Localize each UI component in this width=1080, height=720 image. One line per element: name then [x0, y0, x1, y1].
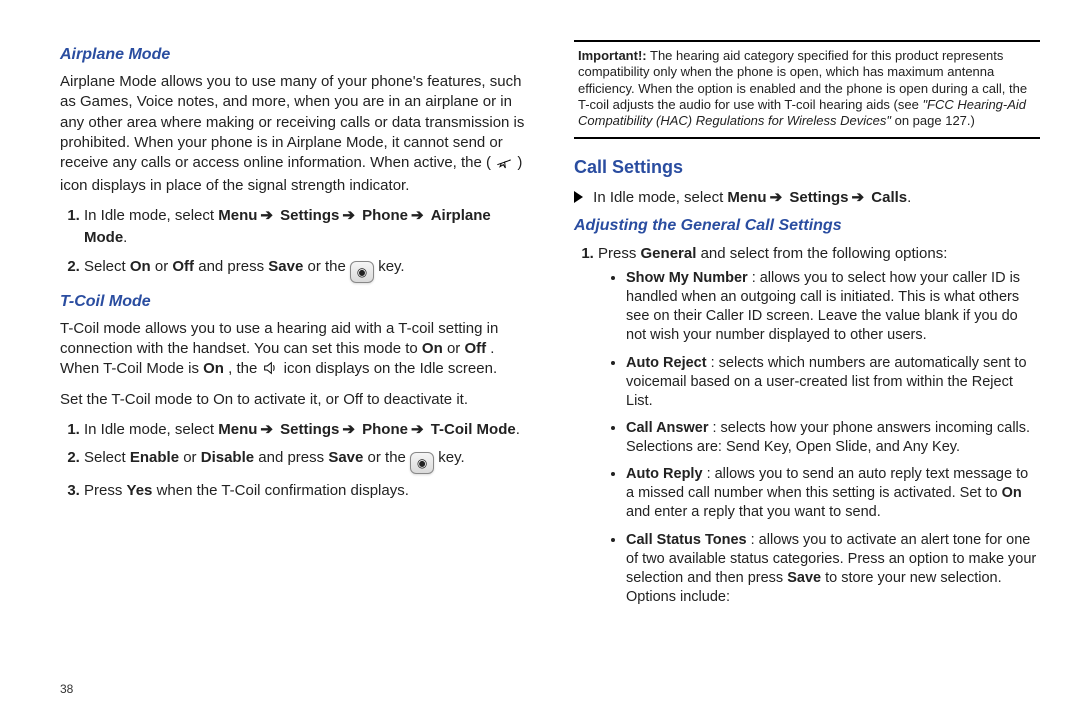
text: or the — [308, 258, 351, 275]
option-title: Auto Reject — [626, 355, 707, 371]
action-label: Save — [268, 258, 303, 275]
important-label: Important!: — [578, 48, 647, 63]
tcoil-steps: In Idle mode, select Menu➔ Settings➔ Pho… — [84, 419, 526, 503]
manual-page: Airplane Mode Airplane Mode allows you t… — [0, 0, 1080, 720]
general-steps: Press General and select from the follow… — [598, 243, 1040, 608]
text: Press — [598, 245, 641, 262]
text: and select from the following options: — [701, 245, 948, 262]
arrow-icon: ➔ — [408, 419, 427, 442]
right-column: Important!: The hearing aid category spe… — [550, 40, 1040, 700]
menu-label: Menu — [218, 421, 257, 438]
text: Press — [84, 482, 127, 499]
arrow-icon: ➔ — [339, 419, 358, 442]
option-body: and enter a reply that you want to send. — [626, 504, 881, 520]
menu-label: Menu — [727, 189, 766, 206]
heading-airplane-mode: Airplane Mode — [60, 46, 526, 64]
important-note: Important!: The hearing aid category spe… — [574, 40, 1040, 139]
menu-label: Settings — [789, 189, 848, 206]
general-options: Show My Number : allows you to select ho… — [626, 269, 1040, 607]
airplane-mode-description: Airplane Mode allows you to use many of … — [60, 72, 526, 197]
text: and press — [258, 449, 328, 466]
menu-label: Settings — [280, 421, 339, 438]
tcoil-description: T-Coil mode allows you to use a hearing … — [60, 319, 526, 383]
list-item: Call Status Tones : allows you to activa… — [626, 531, 1040, 608]
arrow-icon: ➔ — [408, 205, 427, 228]
text: In Idle mode, select — [84, 421, 218, 438]
option-title: Show My Number — [626, 270, 748, 286]
menu-label: Settings — [280, 207, 339, 224]
step: Press Yes when the T-Coil confirmation d… — [84, 480, 526, 503]
text: , the — [228, 360, 261, 377]
left-column: Airplane Mode Airplane Mode allows you t… — [60, 40, 550, 700]
text: icon displays on the Idle screen. — [284, 360, 497, 377]
text: Select — [84, 258, 130, 275]
option-label: Enable — [130, 449, 179, 466]
action-label: Save — [787, 570, 821, 586]
list-item: Call Answer : selects how your phone ans… — [626, 419, 1040, 457]
step: Select Enable or Disable and press Save … — [84, 447, 526, 474]
tcoil-set-instruction: Set the T-Coil mode to On to activate it… — [60, 390, 526, 410]
heading-call-settings: Call Settings — [574, 157, 1040, 178]
text: and press — [198, 258, 268, 275]
option-label: Off — [172, 258, 194, 275]
option-title: Call Answer — [626, 420, 708, 436]
action-label: Yes — [127, 482, 153, 499]
step: In Idle mode, select Menu➔ Settings➔ Pho… — [84, 205, 526, 250]
option-label: On — [422, 340, 443, 357]
arrow-icon: ➔ — [257, 205, 276, 228]
arrow-icon: ➔ — [257, 419, 276, 442]
airplane-steps: In Idle mode, select Menu➔ Settings➔ Pho… — [84, 205, 526, 283]
speaker-icon — [261, 360, 279, 382]
option-title: Call Status Tones — [626, 532, 747, 548]
option-label: General — [641, 245, 697, 262]
airplane-icon — [495, 154, 513, 176]
chevron-icon — [574, 191, 583, 203]
option-label: Off — [464, 340, 486, 357]
text: In Idle mode, select — [84, 207, 218, 224]
ok-key-icon: ◉ — [350, 261, 374, 283]
heading-tcoil-mode: T-Coil Mode — [60, 293, 526, 311]
text: key. — [438, 449, 464, 466]
menu-label: T-Coil Mode — [431, 421, 516, 438]
option-label: On — [130, 258, 151, 275]
action-label: Save — [328, 449, 363, 466]
text: In Idle mode, select — [593, 189, 727, 206]
arrow-icon: ➔ — [339, 205, 358, 228]
arrow-icon: ➔ — [849, 188, 868, 208]
text: Select — [84, 449, 130, 466]
text: or — [447, 340, 465, 357]
arrow-icon: ➔ — [767, 188, 786, 208]
text: Airplane Mode allows you to use many of … — [60, 73, 524, 171]
text: or the — [368, 449, 411, 466]
menu-label: Phone — [362, 421, 408, 438]
option-title: Auto Reply — [626, 466, 703, 482]
text: or — [155, 258, 173, 275]
heading-adjusting-general: Adjusting the General Call Settings — [574, 217, 1040, 235]
option-label: On — [203, 360, 224, 377]
menu-label: Phone — [362, 207, 408, 224]
menu-label: Calls — [871, 189, 907, 206]
option-label: Disable — [201, 449, 254, 466]
step: Press General and select from the follow… — [598, 243, 1040, 608]
text: when the T-Coil confirmation displays. — [157, 482, 409, 499]
ok-key-icon: ◉ — [410, 452, 434, 474]
menu-label: Menu — [218, 207, 257, 224]
text: or — [183, 449, 201, 466]
text: on page 127.) — [895, 113, 975, 128]
call-settings-path: In Idle mode, select Menu➔ Settings➔ Cal… — [574, 188, 1040, 208]
step: In Idle mode, select Menu➔ Settings➔ Pho… — [84, 419, 526, 442]
list-item: Show My Number : allows you to select ho… — [626, 269, 1040, 346]
option-label: On — [1002, 485, 1022, 501]
step: Select On or Off and press Save or the ◉… — [84, 256, 526, 283]
text: key. — [378, 258, 404, 275]
page-number: 38 — [60, 682, 73, 696]
list-item: Auto Reply : allows you to send an auto … — [626, 465, 1040, 522]
list-item: Auto Reject : selects which numbers are … — [626, 354, 1040, 411]
